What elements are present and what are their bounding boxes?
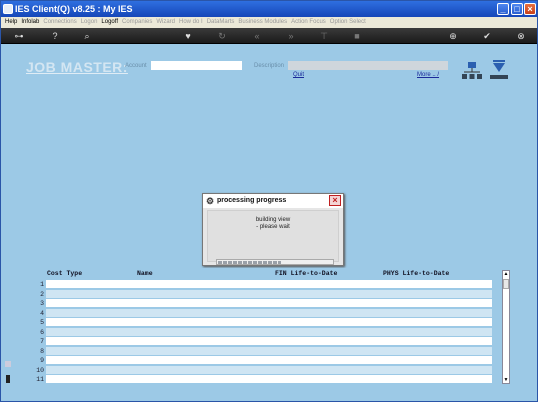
scroll-thumb[interactable] <box>503 279 509 289</box>
account-input[interactable] <box>151 61 242 70</box>
scroll-down-icon[interactable]: ▼ <box>503 377 509 383</box>
row-cells[interactable] <box>46 318 492 326</box>
row-number: 5 <box>40 319 44 326</box>
key-icon[interactable]: ⊶ <box>9 30 29 42</box>
table-row[interactable]: 2 <box>27 289 493 299</box>
menu-item-business-modules[interactable]: Business Modules <box>238 17 287 28</box>
row-number: 8 <box>40 347 44 355</box>
row-number: 1 <box>40 281 44 288</box>
heart-icon[interactable]: ♥ <box>182 30 194 42</box>
minimize-button[interactable]: _ <box>497 3 509 15</box>
dialog-message: building view <box>255 217 291 223</box>
row-number: 4 <box>40 309 44 317</box>
close-window-button[interactable]: × <box>524 3 536 15</box>
refresh-icon[interactable]: ↻ <box>216 30 228 42</box>
trash-icon[interactable]: ⊤ <box>318 30 330 42</box>
grid-header: Cost Type Name FIN Life-to-Date PHYS Lif… <box>45 270 495 279</box>
menu-item-infolab[interactable]: Infolab <box>21 17 39 28</box>
row-number: 3 <box>40 300 44 307</box>
dialog-title: processing progress <box>217 197 287 204</box>
page-title: JOB MASTER: <box>26 59 128 75</box>
menu-item-wizard[interactable]: Wizard <box>156 17 175 28</box>
table-row[interactable]: 10 <box>27 365 493 375</box>
table-row[interactable]: 5 <box>27 318 493 327</box>
menu-item-action-focus[interactable]: Action Focus <box>291 17 326 28</box>
row-number: 10 <box>36 366 44 374</box>
row-cells[interactable] <box>46 365 492 374</box>
menu-item-logon[interactable]: Logon <box>81 17 98 28</box>
row-number: 11 <box>36 376 44 383</box>
description-input[interactable] <box>288 61 448 70</box>
table-row[interactable]: 9 <box>27 356 493 365</box>
processing-dialog: ⚙ processing progress × building view - … <box>202 193 344 266</box>
menu-item-how-do-i[interactable]: How do I <box>179 17 203 28</box>
menu-item-logoff[interactable]: Logoff <box>101 17 118 28</box>
row-number: 9 <box>40 357 44 364</box>
job-master-header: JOB MASTER: Account Description Quit Mor… <box>1 44 537 92</box>
row-number: 6 <box>40 328 44 336</box>
quit-link[interactable]: Quit <box>293 72 304 78</box>
org-chart-icon[interactable] <box>461 61 483 81</box>
table-row[interactable]: 3 <box>27 299 493 308</box>
column-header-phys-ltd[interactable]: PHYS Life-to-Date <box>383 270 449 277</box>
help-icon[interactable]: ? <box>49 30 61 42</box>
dialog-title-bar: ⚙ processing progress × <box>203 194 343 208</box>
column-header-fin-ltd[interactable]: FIN Life-to-Date <box>275 270 337 277</box>
gear-icon: ⚙ <box>206 196 215 206</box>
cost-grid: Cost Type Name FIN Life-to-Date PHYS Lif… <box>27 268 513 386</box>
row-cells[interactable] <box>46 308 492 317</box>
row-cells[interactable] <box>46 299 492 307</box>
scroll-up-icon[interactable]: ▲ <box>503 271 509 277</box>
row-cells[interactable] <box>46 337 492 345</box>
progress-bar <box>216 259 334 265</box>
table-row[interactable]: 11 <box>27 375 493 384</box>
toolbar: ⊶ ? ⌕ ♥ ↻ « » ⊤ ■ ⊕ ✔ ⊗ <box>1 28 537 44</box>
menu-item-help[interactable]: Help <box>5 17 17 28</box>
menu-item-companies[interactable]: Companies <box>122 17 152 28</box>
download-icon[interactable] <box>488 59 510 81</box>
confirm-icon[interactable]: ✔ <box>481 30 493 42</box>
window-title: IES Client(Q) v8.25 : My IES <box>15 4 133 14</box>
save-icon[interactable]: ■ <box>351 30 363 42</box>
cancel-icon[interactable]: ⊗ <box>515 30 527 42</box>
row-cells[interactable] <box>46 346 492 355</box>
table-row[interactable]: 7 <box>27 337 493 346</box>
app-icon <box>3 4 13 14</box>
maximize-button[interactable]: □ <box>511 3 523 15</box>
dialog-body: building view - please wait <box>207 210 339 265</box>
dialog-message-sub: - please wait <box>256 224 290 230</box>
column-header-cost-type[interactable]: Cost Type <box>47 270 82 277</box>
more-link[interactable]: More .. / <box>417 72 439 78</box>
vertical-scrollbar[interactable]: ▲ ▼ <box>502 270 510 384</box>
search-icon[interactable]: ⌕ <box>81 30 93 42</box>
table-row[interactable]: 6 <box>27 327 493 337</box>
menu-bar: Help Infolab Connections Logon Logoff Compani… <box>1 17 537 28</box>
table-row[interactable]: 1 <box>27 280 493 289</box>
account-label: Account <box>125 63 147 69</box>
row-cells[interactable] <box>46 356 492 364</box>
row-cells[interactable] <box>46 327 492 336</box>
menu-item-connections[interactable]: Connections <box>43 17 76 28</box>
description-label: Description <box>254 63 285 69</box>
title-bar: IES Client(Q) v8.25 : My IES _ □ × <box>1 1 537 17</box>
add-icon[interactable]: ⊕ <box>447 30 459 42</box>
table-row[interactable]: 4 <box>27 308 493 318</box>
menu-item-datamarts[interactable]: DataMarts <box>207 17 235 28</box>
column-header-name[interactable]: Name <box>137 270 153 277</box>
fast-forward-icon[interactable]: » <box>285 30 297 42</box>
side-handle-icon[interactable] <box>4 361 12 385</box>
app-window: IES Client(Q) v8.25 : My IES _ □ × Help I… <box>0 0 538 402</box>
menu-item-option-select[interactable]: Option Select <box>330 17 366 28</box>
row-cells[interactable] <box>46 375 492 383</box>
rewind-icon[interactable]: « <box>251 30 263 42</box>
table-row[interactable]: 8 <box>27 346 493 356</box>
row-cells[interactable] <box>46 289 492 298</box>
row-cells[interactable] <box>46 280 492 288</box>
row-number: 7 <box>40 338 44 345</box>
progress-bar-fill <box>218 261 281 264</box>
dialog-close-button[interactable]: × <box>329 195 341 206</box>
row-number: 2 <box>40 290 44 298</box>
